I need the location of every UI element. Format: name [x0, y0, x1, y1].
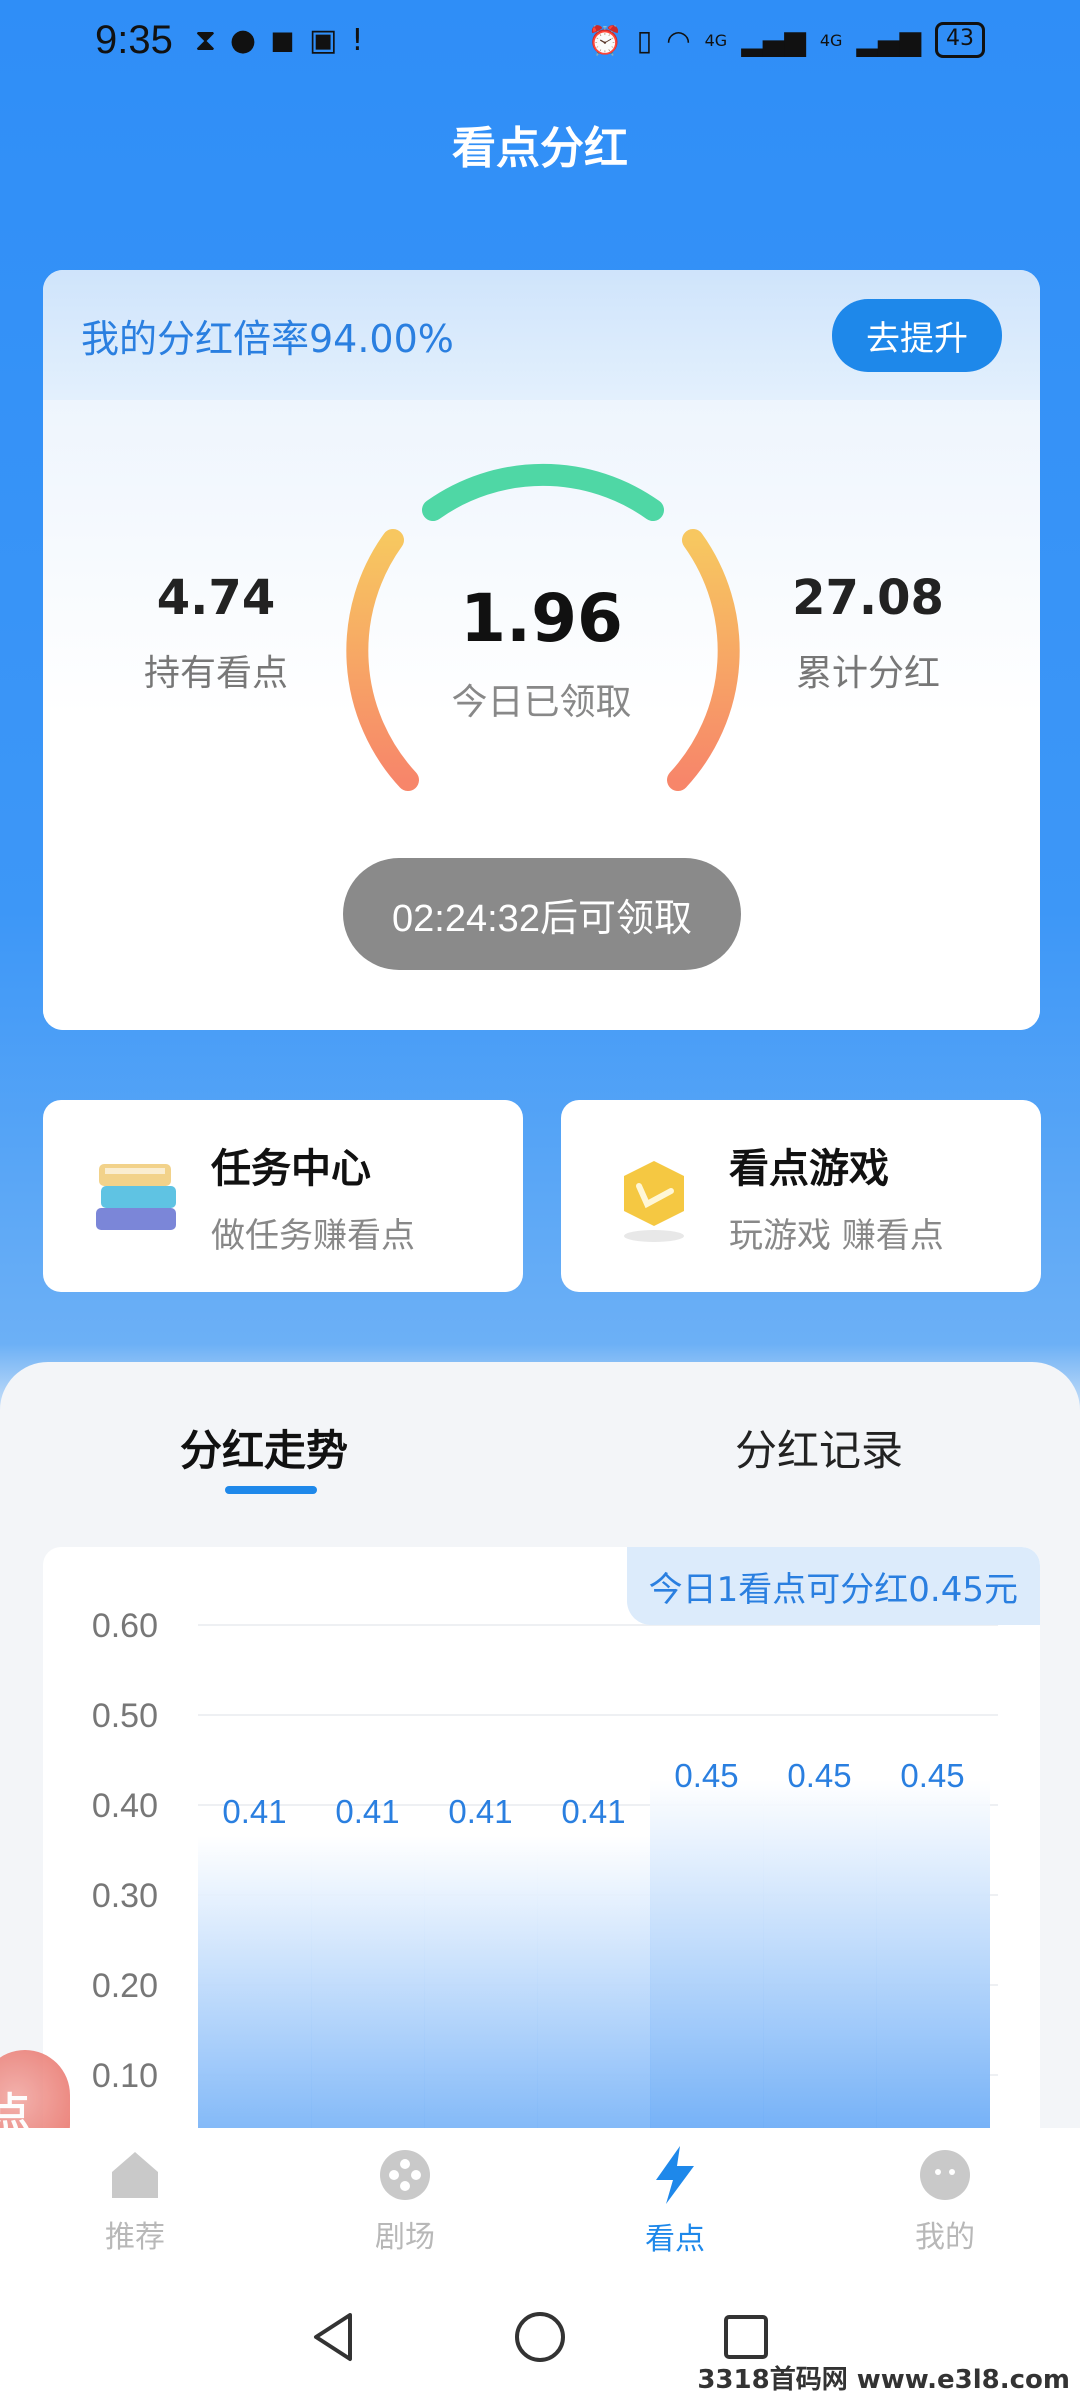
total-dividend-value: 27.08 [792, 570, 944, 626]
status-notification-icons: ⧗ ● ◼ ▣ ! [195, 23, 364, 58]
bar-value-label: 0.41 [222, 1793, 286, 1830]
total-dividend-stat: 27.08 累计分红 [743, 570, 993, 696]
y-tick-label: 0.20 [92, 1967, 158, 2005]
y-tick-label: 0.30 [92, 1877, 158, 1915]
bar-value-label: 0.41 [448, 1793, 512, 1830]
home-circle-icon[interactable] [512, 2309, 568, 2365]
battery-icon: 43 [935, 22, 985, 58]
nav-item-points[interactable]: 看点 [540, 2128, 810, 2273]
tab-dividend-trend[interactable]: 分红走势 [180, 1417, 348, 1478]
back-icon[interactable] [306, 2309, 362, 2365]
bottom-nav: 推荐 剧场 看点 我的 [0, 2128, 1080, 2273]
claim-countdown-button[interactable]: 02:24:32后可领取 [343, 858, 741, 970]
signal-label-1: 4G [704, 30, 728, 50]
task-center-subtitle: 做任务赚看点 [211, 1215, 415, 1256]
nav-item-mine[interactable]: 我的 [810, 2128, 1080, 2273]
bar-value-label: 0.41 [335, 1793, 399, 1830]
books-icon [96, 1164, 176, 1230]
signal-icon-2: ▂▄▆ [856, 23, 921, 57]
nav-label-points: 看点 [645, 2221, 705, 2257]
message-icon: ◼ [270, 22, 296, 58]
bar-value-label: 0.45 [787, 1757, 851, 1794]
app-notification-icon: ▣ [309, 22, 338, 58]
nav-label-recommend: 推荐 [105, 2219, 165, 2255]
profile-face-icon [920, 2149, 970, 2200]
task-center-text: 任务中心 做任务赚看点 [211, 1136, 415, 1257]
status-time: 9:35 [95, 17, 173, 62]
signal-label-2: 4G [819, 30, 843, 50]
wifi-icon: ◠ [666, 23, 691, 57]
today-rate-note: 今日1看点可分红0.45元 [626, 1547, 1040, 1625]
alarm-icon: ⏰ [587, 23, 623, 57]
y-tick-label: 0.10 [92, 2057, 158, 2095]
wechat-icon: ● [229, 22, 257, 58]
nav-label-theater: 剧场 [375, 2219, 435, 2255]
hourglass-icon: ⧗ [194, 22, 216, 58]
points-game-card[interactable]: 看点游戏 玩游戏 赚看点 [561, 1100, 1041, 1292]
page-title: 看点分红 [452, 123, 628, 174]
nav-item-theater[interactable]: 剧场 [270, 2128, 540, 2273]
task-center-card[interactable]: 任务中心 做任务赚看点 [43, 1100, 523, 1292]
vibrate-icon: ▯ [636, 23, 653, 57]
nav-item-recommend[interactable]: 推荐 [0, 2128, 270, 2273]
points-game-subtitle: 玩游戏 赚看点 [729, 1215, 944, 1256]
bar-value-label: 0.45 [674, 1757, 738, 1794]
y-tick-label: 0.40 [92, 1787, 158, 1825]
signal-icon: ▂▄▆ [741, 23, 806, 57]
rate-bar: 我的分红倍率94.00% 去提升 [43, 270, 1040, 400]
bar-value-label: 0.41 [561, 1793, 625, 1830]
watermark: 3318首码网 www.e3l8.com [697, 2365, 1070, 2395]
bar-value-label: 0.45 [900, 1757, 964, 1794]
y-tick-label: 0.50 [92, 1697, 158, 1735]
tab-dividend-records[interactable]: 分红记录 [735, 1417, 903, 1478]
gold-coin-icon [624, 1161, 684, 1242]
dividend-body: 4.74 持有看点 1.96 今日已领取 27.08 累计分红 02:24:32… [43, 400, 1040, 1030]
dividend-rate: 我的分红倍率94.00% [81, 316, 454, 361]
points-game-title: 看点游戏 [729, 1145, 889, 1192]
recent-apps-icon[interactable] [718, 2309, 774, 2365]
lightning-icon [656, 2145, 694, 2204]
film-reel-icon [380, 2149, 430, 2200]
points-game-text: 看点游戏 玩游戏 赚看点 [729, 1136, 944, 1257]
tab-underline [225, 1486, 317, 1494]
status-right: ⏰ ▯ ◠ 4G ▂▄▆ 4G ▂▄▆ 43 [588, 22, 985, 58]
total-dividend-label: 累计分红 [795, 653, 940, 694]
home-icon [112, 2151, 158, 2198]
upgrade-button[interactable]: 去提升 [832, 298, 1002, 372]
y-tick-label: 0.60 [92, 1607, 158, 1645]
dividend-card: 我的分红倍率94.00% 去提升 4.74 持有看点 1.96 今日已领取 27… [43, 270, 1040, 1030]
task-center-title: 任务中心 [211, 1145, 371, 1192]
status-bar: 9:35 ⧗ ● ◼ ▣ ! ⏰ ▯ ◠ 4G ▂▄▆ 4G ▂▄▆ 43 [0, 0, 1080, 80]
nav-label-mine: 我的 [915, 2219, 975, 2255]
alert-icon: ! [351, 22, 364, 58]
